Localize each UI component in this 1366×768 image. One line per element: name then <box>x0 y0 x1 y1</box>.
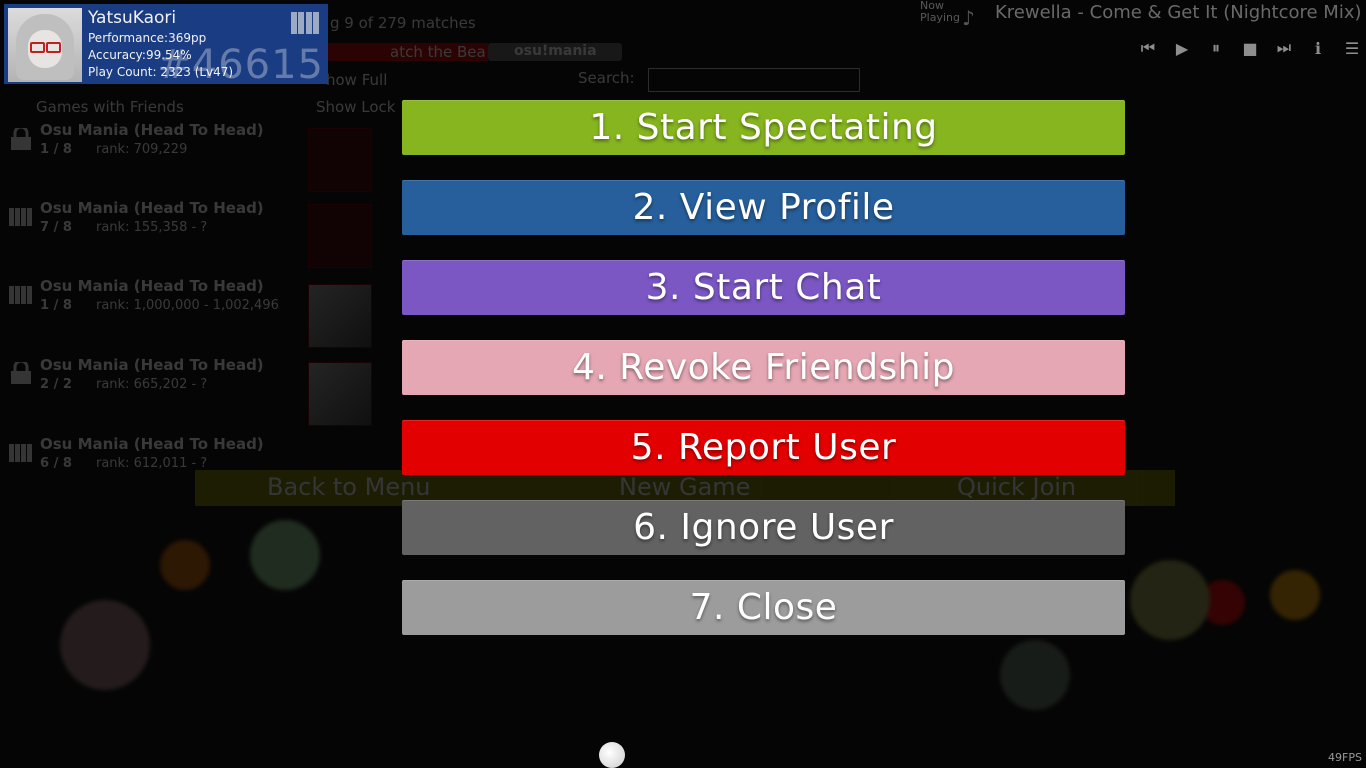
room-rank: rank: 155,358 - ? <box>96 220 208 235</box>
bokeh-light <box>1270 570 1320 620</box>
room-title: Osu Mania (Head To Head) <box>40 356 264 374</box>
mode-tab-label: osu!mania <box>514 43 597 59</box>
lock-icon <box>11 362 31 384</box>
room-thumbnail <box>308 362 372 426</box>
show-locked-option: Show Lock <box>316 98 396 116</box>
mania-keys-icon <box>9 286 32 304</box>
user-card[interactable]: YatsuKaori Performance:369pp Accuracy:99… <box>4 4 328 88</box>
music-note-icon: ♪ <box>962 6 975 30</box>
play-icon[interactable]: ▶ <box>1172 38 1192 58</box>
close-button[interactable]: 7. Close <box>402 580 1125 635</box>
room-thumbnail <box>308 128 372 192</box>
menu-icon[interactable]: ☰ <box>1342 38 1362 58</box>
room-title: Osu Mania (Head To Head) <box>40 199 264 217</box>
room-title: Osu Mania (Head To Head) <box>40 435 264 453</box>
room-players: 1 / 8 <box>40 298 72 313</box>
mania-keys-icon <box>9 208 32 226</box>
room-players: 2 / 2 <box>40 377 72 392</box>
show-full-option: how Full <box>326 71 388 89</box>
bokeh-light <box>1130 560 1210 640</box>
filter-text: atch the Bea <box>390 43 486 61</box>
room-players: 7 / 8 <box>40 220 72 235</box>
start-spectating-button[interactable]: 1. Start Spectating <box>402 100 1125 155</box>
room-thumbnail <box>308 284 372 348</box>
pause-icon[interactable]: ⏸ <box>1206 38 1226 58</box>
matches-count: g 9 of 279 matches <box>330 14 476 32</box>
games-with-friends-option: Games with Friends <box>36 98 184 116</box>
ignore-user-button[interactable]: 6. Ignore User <box>402 500 1125 555</box>
stop-icon[interactable]: ■ <box>1240 38 1260 58</box>
now-playing-title: Krewella - Come & Get It (Nightcore Mix) <box>995 2 1362 23</box>
bokeh-light <box>1000 640 1070 710</box>
cursor <box>599 742 625 768</box>
back-to-menu-button: Back to Menu <box>267 473 431 501</box>
room-rank: rank: 665,202 - ? <box>96 377 208 392</box>
quick-join-button: Quick Join <box>957 473 1077 501</box>
mania-keys-icon <box>291 12 319 34</box>
room-rank: rank: 1,000,000 - 1,002,496 <box>96 298 279 313</box>
room-rank: rank: 709,229 <box>96 142 188 157</box>
mania-keys-icon <box>9 444 32 462</box>
view-profile-button[interactable]: 2. View Profile <box>402 180 1125 235</box>
room-rank: rank: 612,011 - ? <box>96 456 208 471</box>
bokeh-light <box>250 520 320 590</box>
user-card-rank: #46615 <box>157 42 324 88</box>
revoke-friendship-button[interactable]: 4. Revoke Friendship <box>402 340 1125 395</box>
room-title: Osu Mania (Head To Head) <box>40 121 264 139</box>
room-title: Osu Mania (Head To Head) <box>40 277 264 295</box>
user-card-username: YatsuKaori <box>88 8 177 28</box>
avatar <box>8 8 82 82</box>
previous-track-icon[interactable]: ⏮ <box>1138 38 1158 58</box>
next-track-icon[interactable]: ⏭ <box>1274 38 1294 58</box>
bokeh-light <box>60 600 150 690</box>
report-user-button[interactable]: 5. Report User <box>402 420 1125 475</box>
info-icon[interactable]: ℹ <box>1308 38 1328 58</box>
room-thumbnail <box>308 204 372 268</box>
lock-icon <box>11 128 31 150</box>
media-controls: ⏮ ▶ ⏸ ■ ⏭ ℹ ☰ <box>1138 38 1362 58</box>
now-playing-label: Now Playing <box>920 0 960 24</box>
room-players: 1 / 8 <box>40 142 72 157</box>
search-label: Search: <box>578 69 635 87</box>
start-chat-button[interactable]: 3. Start Chat <box>402 260 1125 315</box>
search-input <box>648 68 860 92</box>
fps-counter: 49FPS <box>1328 751 1362 764</box>
new-game-button: New Game <box>619 473 751 501</box>
room-players: 6 / 8 <box>40 456 72 471</box>
bokeh-light <box>160 540 210 590</box>
